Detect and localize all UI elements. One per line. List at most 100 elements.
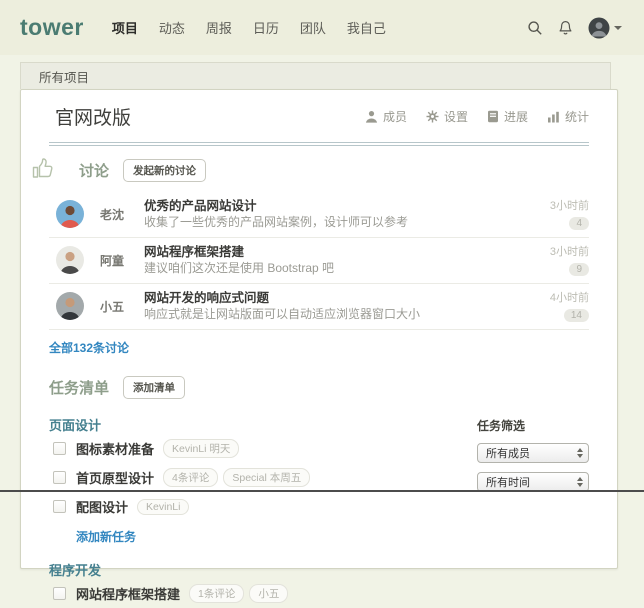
project-card: 官网改版 成员 设置 [20,89,618,569]
discussion-list: 老沈 优秀的产品网站设计 收集了一些优秀的产品网站案例，设计师可以参考 3小时前… [49,192,589,330]
task-checkbox[interactable] [53,500,66,513]
member-filter-select[interactable]: 所有成员 [477,443,589,463]
new-discussion-button[interactable]: 发起新的讨论 [123,159,206,182]
breadcrumb-label: 所有项目 [39,67,89,86]
search-icon[interactable] [527,20,543,36]
select-stepper-icon [577,477,583,487]
nav-menu: 项目 动态 周报 日历 团队 我自己 [110,14,388,41]
task-filter-title: 任务筛选 [477,417,589,434]
discussion-body: 网站开发的响应式问题 响应式就是让网站版面可以自动适应浏览器窗口大小 [144,290,529,322]
add-list-button[interactable]: 添加清单 [123,376,185,399]
stats-button[interactable]: 统计 [547,108,589,125]
task-tag: Special 本周五 [223,468,310,487]
settings-label: 设置 [444,108,468,125]
user-avatar [588,17,610,39]
discussions-title: 讨论 [79,160,109,181]
task-tag: KevinLi 明天 [163,439,239,458]
tasks-columns: 页面设计 图标素材准备 KevinLi 明天 首页原型设计 4条评论 Speci… [49,401,589,608]
progress-button[interactable]: 进展 [487,108,528,125]
task-group-title: 页面设计 [49,415,477,434]
task-filter-panel: 任务筛选 所有成员 所有时间 [477,401,589,608]
task-row: 网站程序框架搭建 1条评论 小五 [49,579,477,608]
task-tag: 1条评论 [189,584,244,603]
avatar [56,200,84,228]
comment-count-badge: 14 [564,309,589,322]
all-discussions-link[interactable]: 全部132条讨论 [49,339,129,356]
discussion-excerpt: 收集了一些优秀的产品网站案例，设计师可以参考 [144,214,529,230]
member-icon [365,110,378,123]
discussion-meta: 3小时前 4 [529,197,589,231]
discussion-title: 网站开发的响应式问题 [144,290,529,306]
user-avatar-menu[interactable] [588,17,622,39]
comment-count-badge: 4 [569,217,589,230]
discussion-author: 老沈 [100,206,144,223]
task-checkbox[interactable] [53,471,66,484]
members-button[interactable]: 成员 [365,108,407,125]
discussion-row[interactable]: 阿童 网站程序框架搭建 建议咱们这次还是使用 Bootstrap 吧 3小时前 … [49,238,589,284]
add-task-link[interactable]: 添加新任务 [76,528,136,545]
chevron-down-icon [614,26,622,30]
discussion-title: 优秀的产品网站设计 [144,198,529,214]
comment-count-badge: 9 [569,263,589,276]
bell-icon[interactable] [558,20,573,36]
progress-icon [487,110,499,123]
settings-button[interactable]: 设置 [426,108,468,125]
progress-label: 进展 [504,108,528,125]
discussion-author: 小五 [100,298,144,315]
page-title: 官网改版 [55,103,131,130]
nav-item-calendar[interactable]: 日历 [251,14,281,41]
task-row: 图标素材准备 KevinLi 明天 [49,434,477,463]
nav-item-weekly-report[interactable]: 周报 [204,14,234,41]
gear-icon [426,110,439,123]
task-row: 配图设计 KevinLi [49,492,477,521]
time-filter-select[interactable]: 所有时间 [477,472,589,492]
tower-logo[interactable]: tower [20,14,84,41]
task-checkbox[interactable] [53,587,66,600]
task-row: 首页原型设计 4条评论 Special 本周五 [49,463,477,492]
discussions-header: 讨论 发起新的讨论 [49,159,589,182]
discussion-author: 阿童 [100,252,144,269]
member-filter-value: 所有成员 [486,445,577,461]
stats-label: 统计 [565,108,589,125]
header-divider [49,142,589,146]
project-actions: 成员 设置 进展 [365,108,589,125]
task-tag: KevinLi [137,499,189,515]
select-stepper-icon [577,448,583,458]
discussion-body: 网站程序框架搭建 建议咱们这次还是使用 Bootstrap 吧 [144,244,529,276]
discussion-time: 3小时前 [529,197,589,213]
nav-item-team[interactable]: 团队 [298,14,328,41]
thumbs-up-icon [31,157,55,185]
time-filter-value: 所有时间 [486,474,577,490]
task-tag: 小五 [249,584,288,603]
task-title[interactable]: 网站程序框架搭建 [76,584,180,603]
discussion-row[interactable]: 小五 网站开发的响应式问题 响应式就是让网站版面可以自动适应浏览器窗口大小 4小… [49,284,589,330]
discussion-meta: 4小时前 14 [529,289,589,323]
stats-icon [547,111,560,123]
avatar [56,246,84,274]
nav-item-projects[interactable]: 项目 [110,14,140,41]
nav-item-activity[interactable]: 动态 [157,14,187,41]
task-groups: 页面设计 图标素材准备 KevinLi 明天 首页原型设计 4条评论 Speci… [49,401,477,608]
task-title[interactable]: 图标素材准备 [76,439,154,458]
task-group-title: 程序开发 [49,560,477,579]
discussion-row[interactable]: 老沈 优秀的产品网站设计 收集了一些优秀的产品网站案例，设计师可以参考 3小时前… [49,192,589,238]
nav-item-me[interactable]: 我自己 [345,14,388,41]
members-label: 成员 [383,108,407,125]
discussion-meta: 3小时前 9 [529,243,589,277]
discussion-title: 网站程序框架搭建 [144,244,529,260]
avatar [56,292,84,320]
task-checkbox[interactable] [53,442,66,455]
tasks-title: 任务清单 [49,377,109,398]
breadcrumb[interactable]: 所有项目 [20,62,611,89]
discussion-time: 4小时前 [529,289,589,305]
nav-right-icons [527,17,622,39]
discussion-excerpt: 响应式就是让网站版面可以自动适应浏览器窗口大小 [144,306,529,322]
tasks-header: 任务清单 添加清单 [49,376,589,399]
discussion-body: 优秀的产品网站设计 收集了一些优秀的产品网站案例，设计师可以参考 [144,198,529,230]
task-title[interactable]: 首页原型设计 [76,468,154,487]
task-tag: 4条评论 [163,468,218,487]
top-nav: tower 项目 动态 周报 日历 团队 我自己 [0,0,644,55]
task-title[interactable]: 配图设计 [76,497,128,516]
project-header: 官网改版 成员 设置 [49,103,589,130]
discussion-excerpt: 建议咱们这次还是使用 Bootstrap 吧 [144,260,529,276]
